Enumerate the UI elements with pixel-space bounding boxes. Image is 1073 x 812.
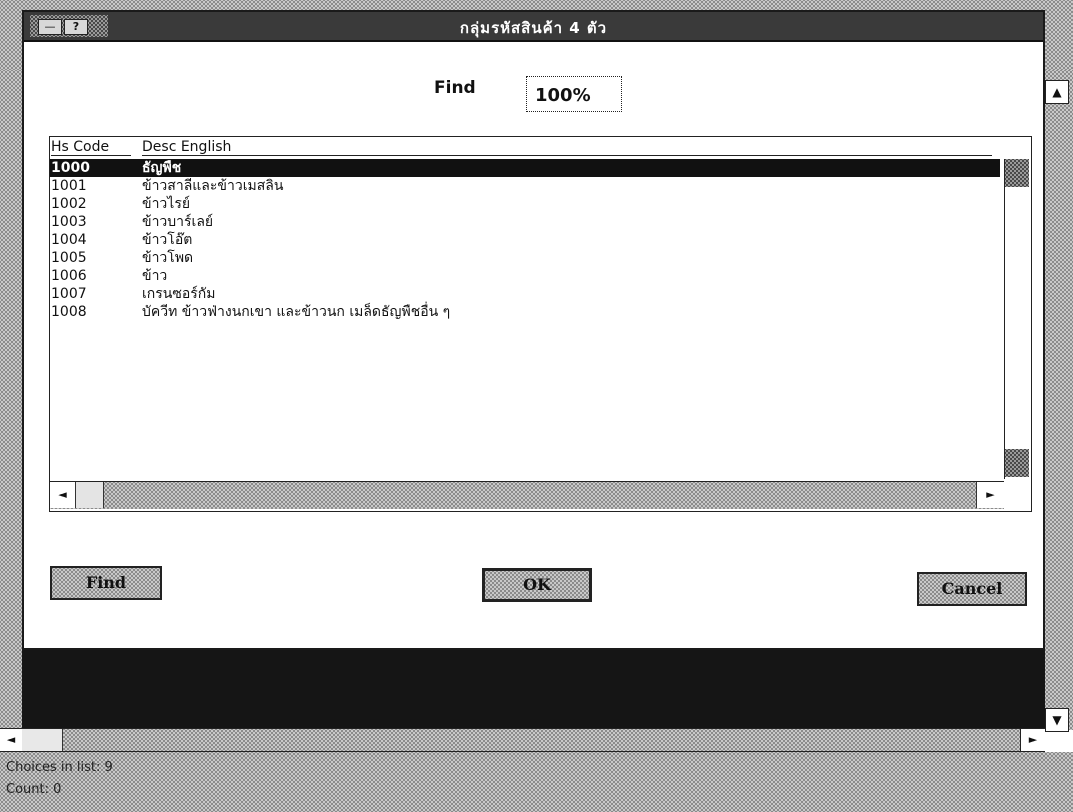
- description-cell: ข้าว: [142, 268, 168, 284]
- hs-code-cell: 1004: [51, 232, 87, 248]
- description-cell: บัควีท ข้าวฟ่างนกเขา และข้าวนก เมล็ดธัญพ…: [142, 304, 451, 320]
- description-cell: ข้าวโพด: [142, 250, 194, 266]
- find-input[interactable]: 100%: [526, 76, 622, 112]
- list-scroll-left-button[interactable]: ◄: [50, 482, 76, 508]
- list-header: Hs Code Desc English: [50, 139, 1000, 157]
- count-text: Count: 0: [6, 782, 62, 797]
- dialog-title: กลุ่มรหัสสินค้า 4 ตัว: [459, 19, 608, 37]
- list-scroll-right-button[interactable]: ►: [976, 482, 1004, 508]
- description-cell: ข้าวโอ๊ต: [142, 232, 193, 248]
- status-bar: Choices in list: 9 Count: 0: [0, 752, 1073, 812]
- background-right-border: [1045, 70, 1073, 730]
- description-cell: ข้าวสาลีและข้าวเมสลิน: [142, 178, 284, 194]
- column-header-desc-english: Desc English: [142, 139, 992, 156]
- find-label: Find: [434, 78, 476, 98]
- column-header-hs-code: Hs Code: [51, 139, 131, 156]
- cancel-button[interactable]: Cancel: [917, 572, 1027, 606]
- choices-count-text: Choices in list: 9: [6, 760, 113, 775]
- hs-code-cell: 1005: [51, 250, 87, 266]
- ok-button[interactable]: OK: [482, 568, 592, 602]
- table-row[interactable]: 1004 ข้าวโอ๊ต: [50, 231, 1000, 249]
- description-cell: เกรนซอร์กัม: [142, 286, 216, 302]
- table-row[interactable]: 1005 ข้าวโพด: [50, 249, 1000, 267]
- hs-code-cell: 1007: [51, 286, 87, 302]
- background-scroll-right-button[interactable]: ►: [1020, 729, 1045, 751]
- description-cell: ข้าวไรย์: [142, 196, 191, 212]
- hs-code-cell: 1006: [51, 268, 87, 284]
- table-row[interactable]: 1002 ข้าวไรย์: [50, 195, 1000, 213]
- table-row[interactable]: 1003 ข้าวบาร์เลย์: [50, 213, 1000, 231]
- table-row[interactable]: 1007 เกรนซอร์กัม: [50, 285, 1000, 303]
- list-scroll-up-button[interactable]: [1005, 159, 1029, 187]
- background-scroll-thumb[interactable]: [22, 729, 63, 751]
- background-dark-area: [22, 650, 1045, 728]
- background-scroll-left-button[interactable]: ◄: [0, 729, 23, 751]
- description-cell: ข้าวบาร์เลย์: [142, 214, 214, 230]
- table-row[interactable]: 1001 ข้าวสาลีและข้าวเมสลิน: [50, 177, 1000, 195]
- hs-code-cell: 1002: [51, 196, 87, 212]
- hs-code-cell: 1003: [51, 214, 87, 230]
- list-horizontal-scrollbar[interactable]: ◄ ►: [50, 481, 1004, 509]
- background-scroll-up-button[interactable]: ▲: [1045, 80, 1069, 104]
- description-cell: ธัญพืช: [142, 160, 182, 176]
- list-vertical-scrollbar[interactable]: [1004, 159, 1030, 479]
- hs-code-cell: 1001: [51, 178, 87, 194]
- list-scroll-down-button[interactable]: [1005, 449, 1029, 477]
- background-scroll-down-button[interactable]: ▼: [1045, 708, 1069, 732]
- list-scroll-thumb[interactable]: [76, 482, 104, 508]
- hs-code-listbox[interactable]: Hs Code Desc English 1000 ธัญพืช 1001 ข้าวส…: [49, 136, 1032, 512]
- table-row[interactable]: 1006 ข้าว: [50, 267, 1000, 285]
- hs-code-dialog: — ? กลุ่มรหัสสินค้า 4 ตัว Find 100% Hs C…: [22, 10, 1045, 650]
- hs-code-cell: 1008: [51, 304, 87, 320]
- background-horizontal-scrollbar[interactable]: ◄ ►: [0, 728, 1045, 752]
- table-row[interactable]: 1000 ธัญพืช: [50, 159, 1000, 177]
- table-row[interactable]: 1008 บัควีท ข้าวฟ่างนกเขา และข้าวนก เมล็ด…: [50, 303, 1000, 321]
- dialog-titlebar[interactable]: — ? กลุ่มรหัสสินค้า 4 ตัว: [24, 12, 1043, 42]
- find-button[interactable]: Find: [50, 566, 162, 600]
- background-left-border: [0, 70, 22, 730]
- hs-code-cell: 1000: [51, 160, 90, 176]
